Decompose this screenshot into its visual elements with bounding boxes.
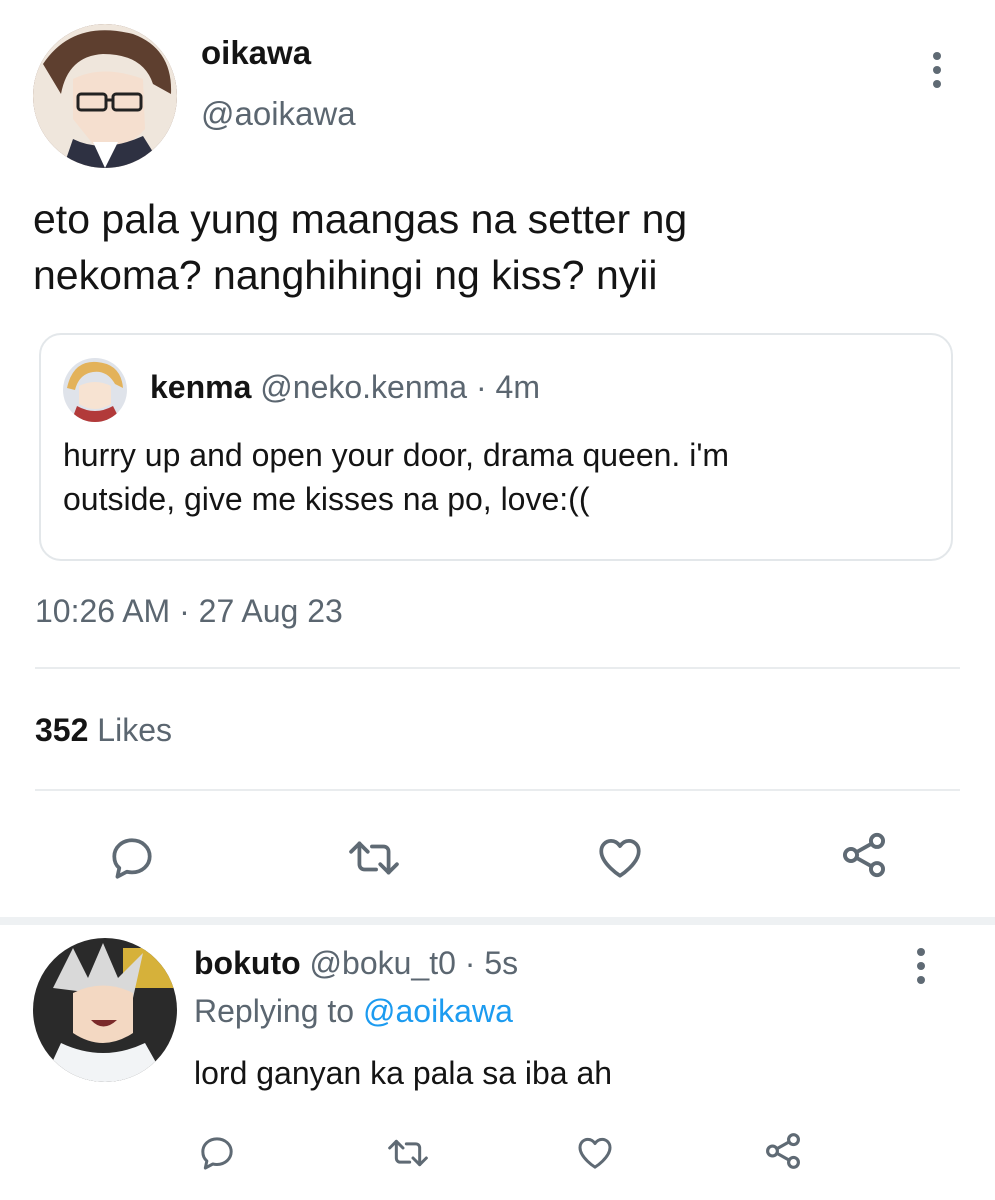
reply-separator: ·: [464, 945, 476, 981]
quoted-time: 4m: [495, 369, 540, 405]
avatar-bokuto-image: [33, 938, 177, 1082]
divider-top: [35, 667, 960, 669]
reply-handle[interactable]: @boku_t0: [310, 945, 456, 981]
more-vertical-icon: [917, 948, 925, 956]
divider-bottom: [35, 789, 960, 791]
avatar-kenma-image: [63, 358, 127, 422]
reply-icon: [201, 1137, 233, 1170]
more-vertical-icon: [933, 52, 941, 60]
avatar-oikawa-image: [33, 24, 177, 168]
likes-label: Likes: [97, 712, 172, 748]
share-icon: [842, 832, 886, 878]
reply-button[interactable]: [104, 830, 160, 886]
reply-icon: [112, 838, 152, 879]
retweet-icon: [388, 1139, 428, 1167]
retweet-icon: [349, 841, 399, 875]
quoted-header: kenma @neko.kenma · 4m: [150, 369, 540, 406]
reply-display-name[interactable]: bokuto: [194, 945, 301, 981]
reply-header: bokuto @boku_t0 · 5s: [194, 945, 518, 982]
avatar-kenma[interactable]: [63, 358, 127, 422]
like-button[interactable]: [592, 830, 648, 886]
tweet-text-line-1: eto pala yung maangas na setter ng: [33, 196, 688, 242]
share-icon: [766, 1133, 800, 1169]
avatar-bokuto[interactable]: [33, 938, 177, 1082]
reply-text: lord ganyan ka pala sa iba ah: [194, 1055, 613, 1091]
quoted-separator: ·: [475, 369, 487, 405]
reply-time: 5s: [484, 945, 519, 981]
reply-share-button[interactable]: [760, 1128, 806, 1174]
share-button[interactable]: [836, 827, 892, 883]
quoted-handle[interactable]: @neko.kenma: [260, 369, 467, 405]
more-options-button[interactable]: [930, 52, 944, 88]
heart-icon: [578, 1137, 612, 1169]
reply-reply-button[interactable]: [194, 1130, 240, 1176]
heart-icon: [599, 839, 641, 878]
reply-retweet-button[interactable]: [382, 1130, 434, 1176]
reply-more-options-button[interactable]: [914, 948, 928, 984]
quoted-display-name[interactable]: kenma: [150, 369, 251, 405]
quoted-text-line-2: outside, give me kisses na po, love:((: [63, 481, 590, 517]
avatar-oikawa[interactable]: [33, 24, 177, 168]
reply-like-button[interactable]: [572, 1130, 618, 1176]
likes-count-link[interactable]: 352 Likes: [35, 712, 172, 749]
retweet-button[interactable]: [343, 830, 405, 886]
quoted-text-line-1: hurry up and open your door, drama queen…: [63, 437, 730, 473]
section-separator: [0, 917, 995, 925]
tweet-timestamp: 10:26 AM · 27 Aug 23: [35, 593, 343, 629]
author-display-name[interactable]: oikawa: [201, 34, 311, 72]
likes-count: 352: [35, 712, 89, 748]
replying-to-label: Replying to: [194, 993, 355, 1029]
replying-to: Replying to @aoikawa: [194, 993, 513, 1030]
replying-to-handle-link[interactable]: @aoikawa: [363, 993, 513, 1029]
tweet-text-line-2: nekoma? nanghihingi ng kiss? nyii: [33, 252, 658, 298]
author-handle[interactable]: @aoikawa: [201, 95, 356, 133]
